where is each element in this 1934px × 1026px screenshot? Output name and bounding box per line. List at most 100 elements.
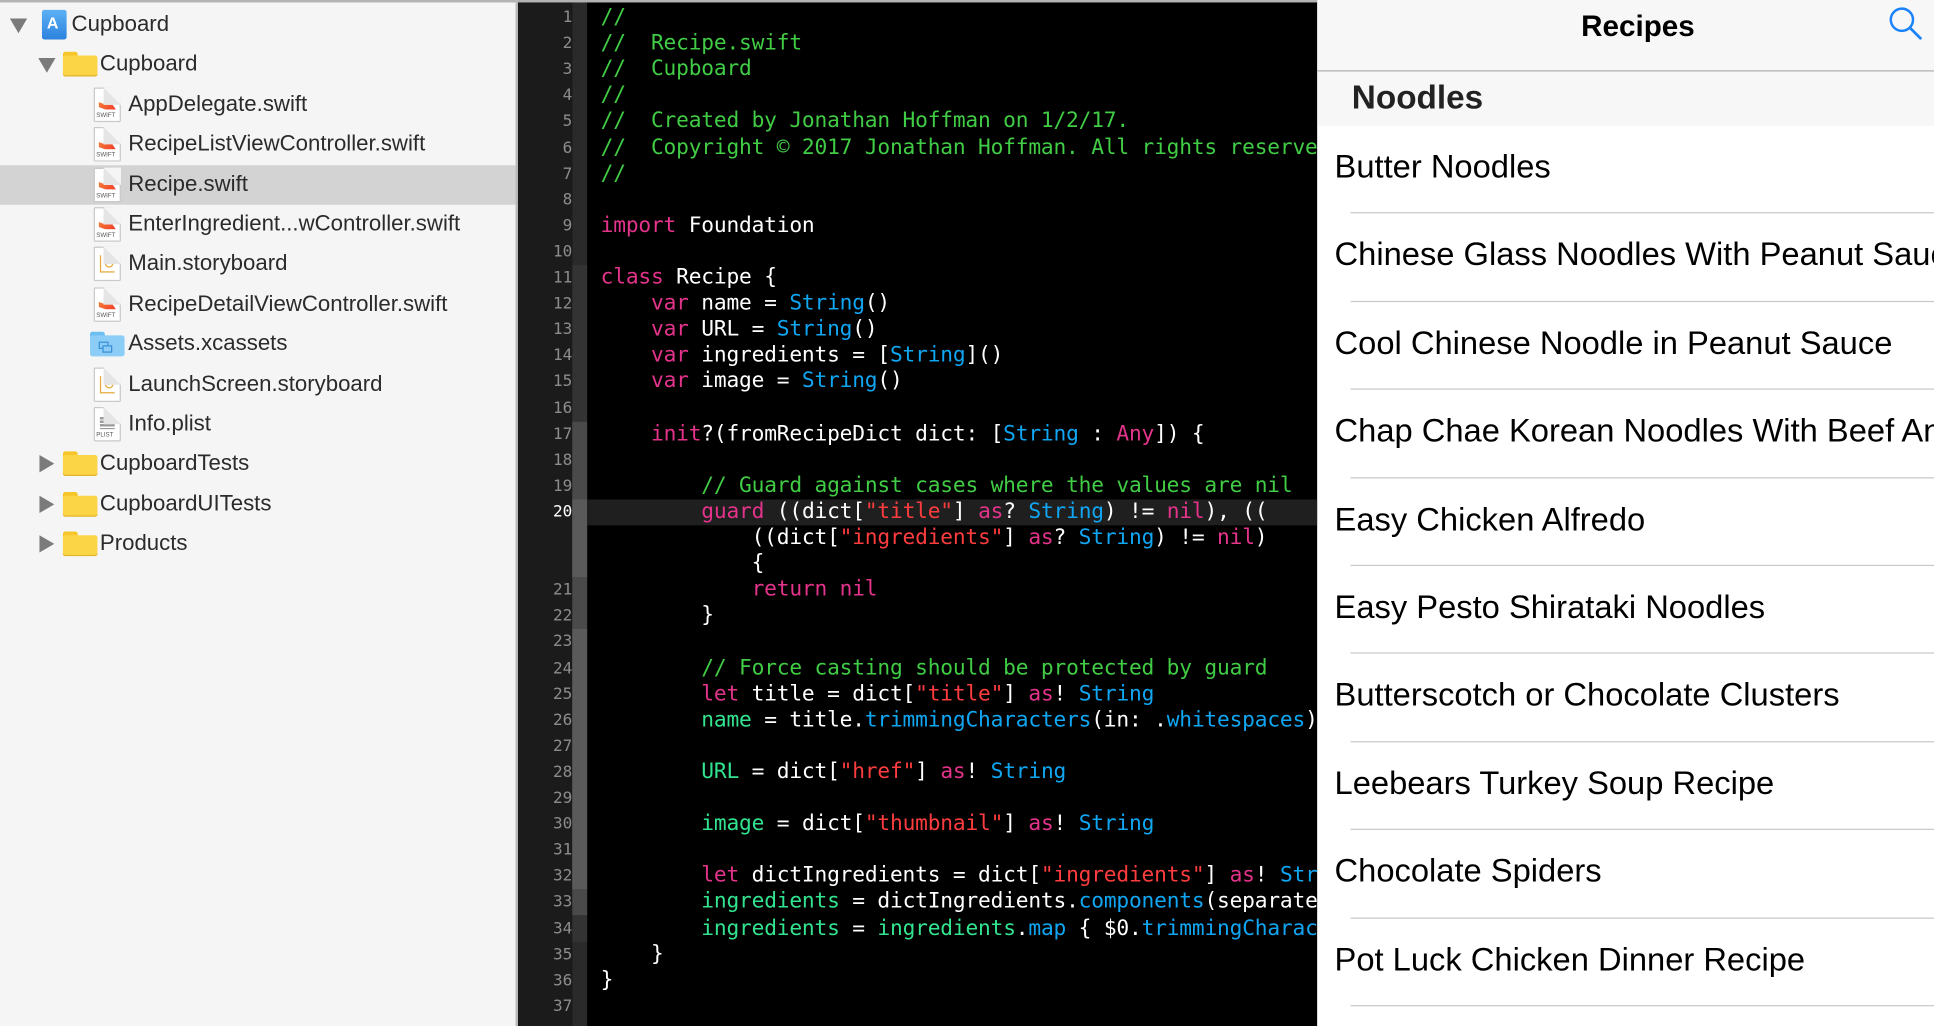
file-badge: PLIST — [96, 431, 114, 440]
code-line[interactable]: // Copyright © 2017 Jonathan Hoffman. Al… — [601, 135, 1318, 161]
code-token: ) — [1254, 525, 1268, 551]
code-token: ! — [1254, 863, 1280, 889]
navigator-item[interactable]: Cupboard — [0, 45, 516, 84]
code-token: String — [801, 369, 878, 394]
code-line[interactable]: } — [601, 942, 664, 968]
code-line[interactable]: ingredients = ingredients.map { $0.trimm… — [601, 915, 1317, 942]
code-line[interactable]: URL = dict["href"] as! String — [601, 760, 1066, 786]
recipe-title: Butterscotch or Chocolate Clusters — [1334, 676, 1840, 714]
recipe-cell[interactable]: Butterscotch or Chocolate Clusters — [1317, 654, 1934, 743]
disclosure-collapsed-icon[interactable] — [39, 495, 55, 513]
code-folding-ribbon[interactable] — [572, 2, 588, 1026]
section-title: Noodles — [1351, 78, 1484, 116]
code-line[interactable]: class Recipe { — [601, 265, 777, 291]
line-number-gutter: 1 2 3 4 5 6 7 8 9 10 11 12 13 14 15 16 17 18 19 20 21 22 23 24 2… — [518, 2, 573, 1026]
line-number: 27 — [552, 737, 573, 756]
search-icon[interactable] — [1887, 5, 1924, 42]
code-line[interactable]: // Force casting should be protected by … — [601, 655, 1267, 681]
fold-scope[interactable] — [572, 499, 588, 578]
code-token: "href" — [839, 759, 916, 785]
navigator-item[interactable]: SWIFT AppDelegate.swift — [0, 85, 516, 124]
recipe-cell[interactable]: Pot Luck Chicken Dinner Recipe — [1317, 918, 1934, 1007]
code-line[interactable]: image = dict["thumbnail"] as! String — [601, 811, 1154, 838]
code-line[interactable]: // Cupboard — [601, 57, 752, 83]
navigator-item[interactable]: CupboardTests — [0, 444, 516, 483]
disclosure-expanded-icon[interactable] — [38, 58, 56, 74]
code-token: nil — [1217, 525, 1255, 551]
code-token: } — [600, 967, 614, 993]
code-line[interactable]: var name = String() — [601, 291, 890, 317]
navigator-item[interactable]: LaunchScreen.storyboard — [0, 365, 516, 404]
code-line[interactable]: let dictIngredients = dict["ingredients"… — [601, 863, 1317, 890]
recipe-title: Butter Noodles — [1334, 147, 1551, 185]
code-token: map — [1028, 915, 1067, 941]
navigator-item[interactable]: Products — [0, 524, 516, 563]
code-line[interactable]: } — [601, 968, 614, 994]
line-number: 4 — [562, 86, 573, 106]
navigator-item[interactable]: SWIFT Recipe.swift — [0, 164, 516, 205]
code-token: ?(fromRecipeDict dict: [ — [701, 421, 1004, 446]
code-line[interactable]: ingredients = dictIngredients.components… — [601, 889, 1317, 916]
code-token: ((dict[ — [600, 525, 840, 551]
code-line[interactable]: var URL = String() — [601, 317, 878, 343]
navigator-item[interactable]: Main.storyboard — [0, 245, 516, 284]
line-number: 37 — [552, 997, 573, 1016]
recipe-cell[interactable]: Easy Chicken Alfredo — [1317, 478, 1934, 567]
navigator-item-label: AppDelegate.swift — [128, 91, 308, 116]
code-line[interactable]: import Foundation — [601, 213, 815, 239]
code-line[interactable]: var image = String() — [601, 369, 903, 395]
navigator-item[interactable]: SWIFT RecipeListViewController.swift — [0, 125, 516, 164]
code-token: nil — [839, 577, 878, 603]
code-token: ? — [1003, 499, 1029, 524]
code-line[interactable]: // — [601, 83, 626, 109]
recipe-cell[interactable]: Chinese Glass Noodles With Peanut Sauce — [1317, 214, 1934, 302]
recipe-cell[interactable]: Leebears Turkey Soup Recipe — [1317, 742, 1934, 831]
code-token: components — [1078, 889, 1205, 915]
disclosure-collapsed-icon[interactable] — [39, 455, 55, 473]
navigator-item[interactable]: Assets.xcassets — [0, 325, 516, 364]
recipe-title: Easy Chicken Alfredo — [1334, 500, 1646, 538]
code-line[interactable]: var ingredients = [String]() — [601, 343, 1003, 369]
navigator-item[interactable]: SWIFT RecipeDetailViewController.swift — [0, 285, 516, 324]
code-line[interactable]: } — [601, 603, 714, 629]
code-token: ]) { — [1154, 421, 1205, 446]
code-token: "thumbnail" — [864, 811, 1004, 837]
navigator-item[interactable]: CupboardUITests — [0, 484, 516, 523]
file-badge: SWIFT — [96, 111, 116, 120]
line-number: 11 — [552, 268, 573, 288]
recipe-cell[interactable]: Butter Noodles — [1317, 126, 1934, 214]
code-line[interactable]: // Recipe.swift — [601, 31, 802, 57]
code-token: var — [650, 343, 689, 368]
recipe-cell[interactable]: Cool Chinese Noodle in Peanut Sauce — [1317, 302, 1934, 390]
code-line[interactable]: // — [601, 5, 626, 31]
line-number: 26 — [552, 711, 573, 730]
code-token: whitespaces — [1166, 707, 1306, 733]
disclosure-collapsed-icon[interactable] — [39, 535, 55, 553]
code-token: ) — [1305, 707, 1318, 733]
navigator-item-label: LaunchScreen.storyboard — [128, 370, 383, 396]
navigator-item[interactable]: PLIST Info.plist — [0, 404, 516, 443]
folder-icon — [62, 491, 98, 517]
code-line[interactable]: // Guard against cases where the values … — [601, 473, 1292, 499]
line-number: 5 — [562, 112, 573, 132]
navigator-item[interactable]: SWIFT EnterIngredient...wController.swift — [0, 205, 516, 244]
recipe-cell[interactable]: Chap Chae Korean Noodles With Beef And V… — [1317, 390, 1934, 478]
code-line[interactable]: // — [601, 161, 626, 187]
code-line[interactable]: guard ((dict["title"] as? String) != nil… — [601, 499, 1267, 525]
code-line[interactable]: init?(fromRecipeDict dict: [String : Any… — [601, 421, 1205, 447]
code-line[interactable]: { — [601, 551, 765, 577]
recipe-cell[interactable]: Easy Pesto Shirataki Noodles — [1317, 566, 1934, 655]
code-line[interactable]: // Created by Jonathan Hoffman on 1/2/17… — [601, 109, 1129, 135]
code-token: "ingredients" — [1040, 863, 1205, 889]
code-line[interactable]: return nil — [601, 577, 878, 603]
code-line[interactable]: ((dict["ingredients"] as? String) != nil… — [601, 525, 1268, 551]
code-editor[interactable]: 1 2 3 4 5 6 7 8 9 10 11 12 13 14 15 16 17 18 19 20 21 22 23 24 2… — [518, 0, 1318, 1026]
code-token: { $0. — [1066, 915, 1142, 941]
code-line[interactable]: name = title.trimmingCharacters(in: .whi… — [601, 707, 1318, 733]
navigator-item[interactable]: Cupboard — [0, 5, 516, 44]
fold-scope[interactable] — [572, 629, 588, 890]
recipe-cell[interactable]: Chocolate Spiders — [1317, 830, 1934, 919]
disclosure-expanded-icon[interactable] — [9, 18, 28, 34]
code-line[interactable]: let title = dict["title"] as! String — [601, 681, 1154, 707]
